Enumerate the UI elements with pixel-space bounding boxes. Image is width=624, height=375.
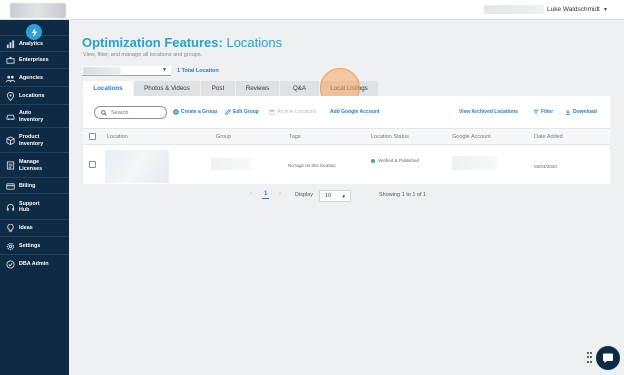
grid-dots-icon[interactable] bbox=[587, 352, 593, 364]
tab-reviews[interactable]: Reviews bbox=[236, 81, 279, 96]
google-account-cell bbox=[452, 156, 497, 170]
row-checkbox[interactable] bbox=[89, 161, 96, 168]
download-button[interactable]: Download bbox=[565, 109, 597, 115]
archive-icon bbox=[269, 109, 275, 115]
sidebar-item-locations[interactable]: Locations bbox=[0, 86, 69, 104]
bar-chart-icon bbox=[5, 39, 15, 49]
column-header-location-status[interactable]: Location Status bbox=[371, 134, 409, 140]
sidebar-item-dba-admin[interactable]: DBA Admin bbox=[0, 254, 69, 273]
product-icon bbox=[5, 136, 15, 146]
table-row[interactable]: No tags on this location Verified & Publ… bbox=[83, 146, 610, 184]
column-header-location[interactable]: Location bbox=[107, 134, 128, 140]
sidebar-item-label: Manage Licenses bbox=[19, 159, 43, 172]
sidebar-item-label: Locations bbox=[19, 92, 45, 99]
filter-icon bbox=[533, 109, 539, 115]
search-icon bbox=[101, 109, 107, 116]
sidebar-item-agencies[interactable]: Agencies bbox=[0, 68, 69, 86]
sidebar-item-manage-licenses[interactable]: Manage Licenses bbox=[0, 152, 69, 177]
plus-circle-icon bbox=[173, 109, 179, 115]
sidebar-item-label: Agencies bbox=[19, 74, 43, 81]
chat-bubble-icon bbox=[603, 353, 613, 363]
location-pin-icon bbox=[5, 91, 15, 101]
page-subtitle: View, filter, and manage all locations a… bbox=[83, 52, 203, 58]
sidebar-item-label: Auto Inventory bbox=[19, 110, 44, 123]
top-bar: Luke Waldschmidt ▼ bbox=[0, 0, 624, 20]
column-header-google-account[interactable]: Google Account bbox=[452, 134, 491, 140]
sidebar-item-label: Support Hub bbox=[19, 200, 40, 214]
display-label: Display bbox=[295, 192, 314, 198]
page-size-select[interactable]: 10 ▼ bbox=[319, 190, 351, 202]
agencies-icon bbox=[5, 73, 15, 83]
create-group-button[interactable]: Create a Group bbox=[173, 109, 217, 115]
user-menu-caret-icon[interactable]: ▼ bbox=[603, 7, 608, 13]
group-select[interactable]: ▼ bbox=[82, 66, 171, 76]
add-google-account-button[interactable]: Add Google Account bbox=[330, 109, 380, 115]
license-icon bbox=[5, 161, 15, 171]
view-archived-locations-link[interactable]: View Archived Locations bbox=[459, 109, 518, 115]
group-cell bbox=[211, 158, 251, 170]
search-input[interactable] bbox=[111, 108, 163, 117]
user-name[interactable]: Luke Waldschmidt bbox=[547, 6, 600, 13]
tab-locations[interactable]: Locations bbox=[83, 81, 133, 96]
enterprise-icon bbox=[5, 56, 15, 66]
tab-qa[interactable]: Q&A bbox=[280, 81, 319, 96]
prev-page-button[interactable]: ‹ bbox=[250, 191, 252, 197]
sidebar-item-label: DBA Admin bbox=[19, 261, 49, 268]
sidebar-item-label: Analytics bbox=[19, 40, 43, 47]
sidebar-item-settings[interactable]: Settings bbox=[0, 236, 69, 254]
table-header: Location Group Tags Location Status Goog… bbox=[83, 129, 610, 145]
sidebar-item-label: Ideas bbox=[19, 225, 33, 232]
column-header-tags[interactable]: Tags bbox=[289, 134, 301, 140]
pencil-icon bbox=[225, 109, 231, 115]
filter-button[interactable]: Filter bbox=[533, 109, 553, 115]
sidebar-item-label: Settings bbox=[19, 242, 41, 249]
sidebar-item-enterprises[interactable]: Enterprises bbox=[0, 51, 69, 68]
search-box[interactable] bbox=[94, 106, 167, 119]
sidebar-item-auto-inventory[interactable]: Auto Inventory bbox=[0, 104, 69, 127]
account-avatar bbox=[484, 5, 544, 14]
sidebar-item-ideas[interactable]: Ideas bbox=[0, 219, 69, 236]
tags-cell: No tags on this location bbox=[288, 163, 336, 168]
sidebar-item-analytics[interactable]: Analytics bbox=[0, 35, 69, 51]
brand-logo[interactable] bbox=[10, 3, 66, 18]
sidebar-item-product-inventory[interactable]: Product Inventory bbox=[0, 127, 69, 152]
sidebar-item-support-hub[interactable]: Support Hub bbox=[0, 193, 69, 219]
headset-icon bbox=[5, 202, 15, 212]
archive-locations-button[interactable]: Archive Locations bbox=[269, 109, 316, 115]
lightbulb-icon bbox=[5, 224, 15, 234]
date-added-cell: 03/04/2020 bbox=[534, 164, 557, 169]
admin-icon bbox=[5, 260, 15, 270]
next-page-button[interactable]: › bbox=[279, 191, 281, 197]
sidebar: Analytics Enterprises Agencies Locations Aut… bbox=[0, 20, 69, 375]
sidebar-item-label: Enterprises bbox=[19, 57, 49, 64]
credit-card-icon bbox=[5, 181, 15, 191]
download-icon bbox=[565, 109, 571, 115]
chevron-down-icon: ▼ bbox=[162, 67, 167, 73]
sidebar-item-label: Billing bbox=[19, 182, 36, 189]
sidebar-item-label: Product Inventory bbox=[19, 134, 44, 147]
column-header-date-added[interactable]: Date Added bbox=[534, 134, 563, 140]
status-dot-icon bbox=[371, 159, 375, 163]
chat-launcher-button[interactable] bbox=[596, 346, 620, 370]
select-all-checkbox[interactable] bbox=[89, 133, 96, 140]
page-title: Optimization Features: Locations bbox=[82, 35, 283, 50]
tab-photos-videos[interactable]: Photos & Videos bbox=[134, 81, 200, 96]
table-toolbar: Create a Group Edit Group Archive Locati… bbox=[83, 96, 610, 129]
locations-card: Create a Group Edit Group Archive Locati… bbox=[83, 96, 610, 208]
sidebar-item-billing[interactable]: Billing bbox=[0, 177, 69, 193]
car-icon bbox=[5, 112, 15, 122]
gear-icon bbox=[5, 241, 15, 251]
selected-group-value bbox=[83, 67, 121, 75]
chevron-down-icon: ▼ bbox=[341, 193, 346, 199]
pagination: ‹ 1 › Display 10 ▼ Showing 1 to 1 of 1 bbox=[83, 184, 610, 208]
showing-count: Showing 1 to 1 of 1 bbox=[379, 192, 427, 198]
total-locations-count[interactable]: 1 Total Location bbox=[177, 68, 219, 74]
tab-post[interactable]: Post bbox=[201, 81, 235, 96]
location-status-cell: Verified & Published bbox=[378, 158, 420, 163]
location-thumbnail[interactable] bbox=[105, 150, 169, 183]
edit-group-button[interactable]: Edit Group bbox=[225, 109, 259, 115]
page-1-button[interactable]: 1 bbox=[262, 191, 270, 199]
column-header-group[interactable]: Group bbox=[216, 134, 231, 140]
page-size-value: 10 bbox=[325, 193, 332, 199]
